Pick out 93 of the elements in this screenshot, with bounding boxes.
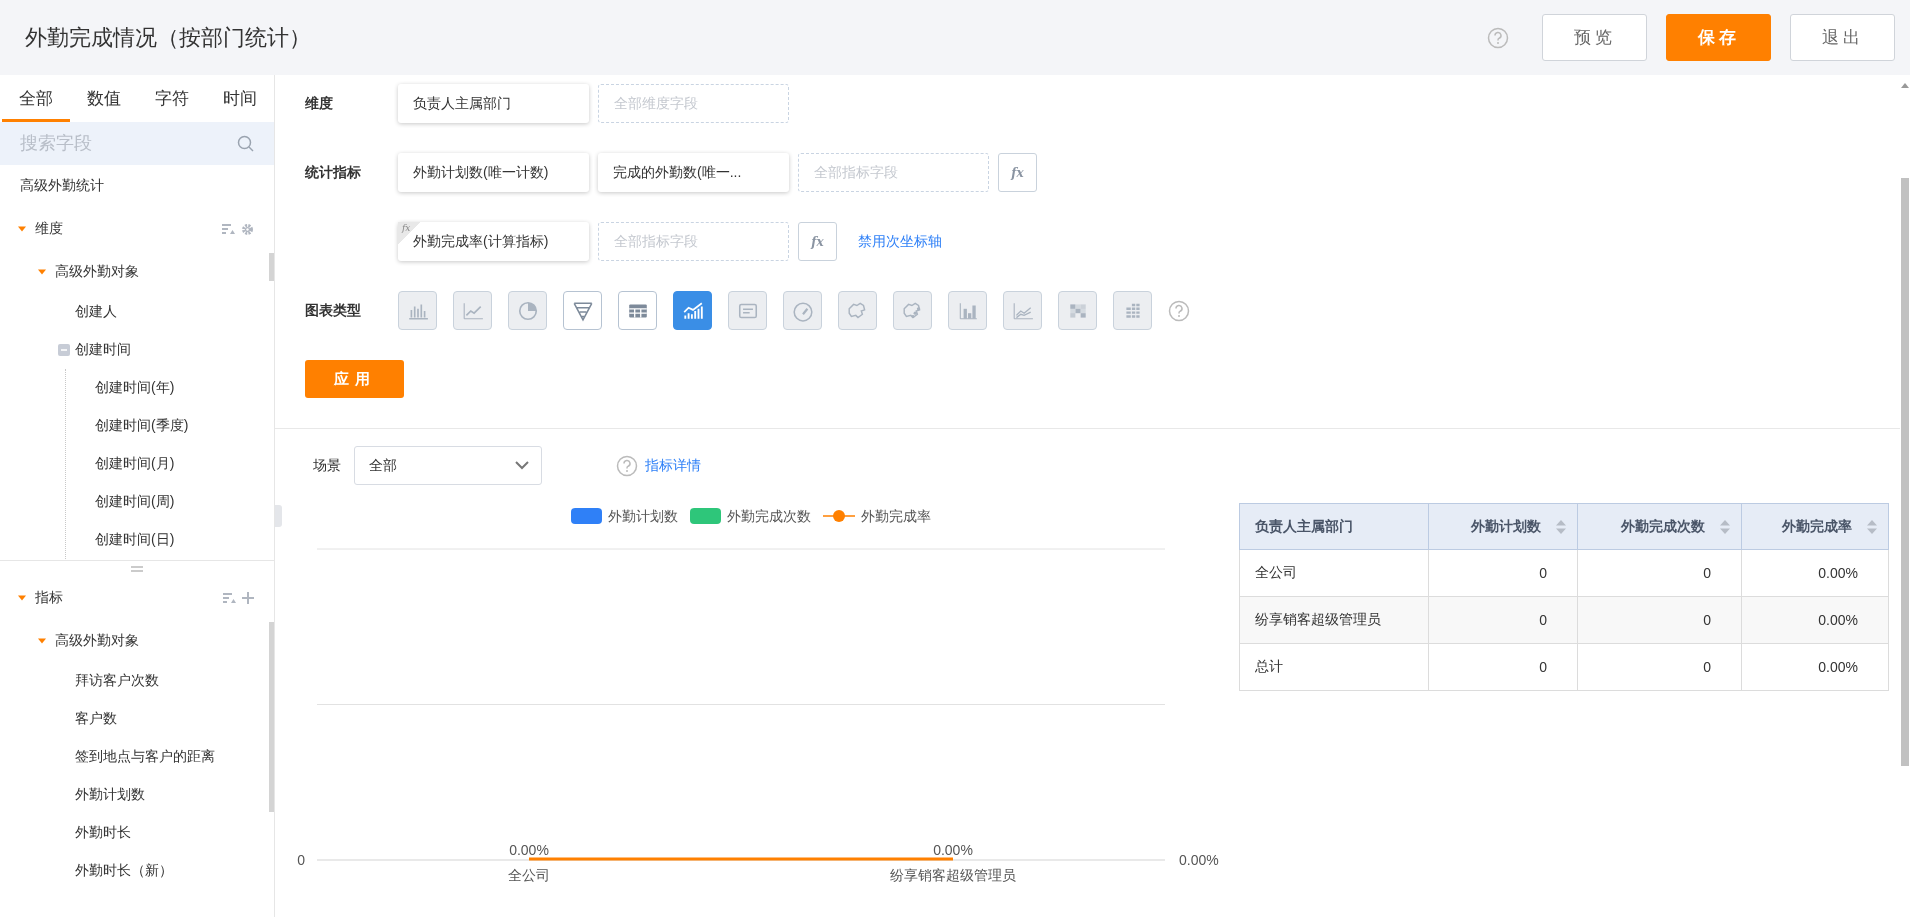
column-header-cell[interactable]: 外勤完成率: [1741, 503, 1889, 550]
column-header-cell[interactable]: 外勤完成次数: [1577, 503, 1742, 550]
caret-down-icon[interactable]: [38, 637, 46, 645]
tree-item[interactable]: 外勤时长（新）: [75, 862, 173, 880]
legend-swatch[interactable]: [690, 508, 721, 524]
tree-item[interactable]: 创建时间(年): [95, 379, 175, 397]
field-chip[interactable]: 负责人主属部门: [398, 84, 589, 123]
tree-item[interactable]: 创建时间(季度): [95, 417, 189, 435]
tree-item[interactable]: 创建时间(月): [95, 455, 175, 473]
caret-down-icon[interactable]: [18, 594, 26, 602]
table-cell: 0: [1539, 612, 1547, 628]
column-header[interactable]: 外勤完成率: [1782, 517, 1852, 536]
help-icon[interactable]: [616, 454, 638, 477]
field-chip[interactable]: 完成的外勤数(唯一...: [598, 153, 789, 192]
row-label: 维度: [305, 94, 334, 113]
sidebar-tab[interactable]: 字符: [138, 75, 206, 122]
header-button[interactable]: 退出: [1790, 14, 1895, 61]
tree-root: 高级外勤统计: [20, 177, 104, 195]
tree-item[interactable]: 创建时间(周): [95, 493, 175, 511]
chart-type-button[interactable]: [563, 291, 602, 330]
axis-link[interactable]: 禁用次坐标轴: [858, 232, 942, 251]
tree-item[interactable]: 创建人: [75, 303, 117, 321]
data-label: 0.00%: [509, 842, 549, 858]
sidebar-tab[interactable]: 数值: [70, 75, 138, 122]
tree-item[interactable]: 外勤计划数: [75, 786, 145, 804]
data-label: 0.00%: [933, 842, 973, 858]
scrollbar-thumb[interactable]: [269, 622, 274, 812]
tree-item[interactable]: 维度: [35, 220, 63, 238]
table-cell: 0: [1703, 659, 1711, 675]
tree-item[interactable]: 指标: [35, 589, 63, 607]
column-header-cell[interactable]: 外勤计划数: [1428, 503, 1578, 550]
chevron-down-icon: [515, 461, 529, 470]
header-button[interactable]: 预览: [1542, 14, 1647, 61]
column-header-cell[interactable]: 负责人主属部门: [1239, 503, 1429, 550]
tree-item[interactable]: 高级外勤对象: [55, 263, 139, 281]
help-icon[interactable]: [1168, 299, 1190, 322]
table-cell: 0: [1539, 565, 1547, 581]
sort-icon[interactable]: [223, 592, 236, 604]
search-icon[interactable]: [237, 135, 254, 152]
scene-label: 场景: [313, 456, 341, 475]
table-cell: 0.00%: [1818, 565, 1858, 581]
sort-icon[interactable]: [1866, 518, 1878, 535]
table-cell: 0.00%: [1818, 612, 1858, 628]
pie-chart-icon: [516, 299, 539, 322]
tree-item[interactable]: 拜访客户次数: [75, 672, 159, 690]
scene-select[interactable]: 全部: [354, 446, 542, 485]
legend-label[interactable]: 外勤计划数: [608, 508, 678, 524]
tree-item[interactable]: 外勤时长: [75, 824, 131, 842]
row-label: 图表类型: [305, 301, 362, 320]
chart-type-button[interactable]: [618, 291, 657, 330]
field-chip[interactable]: 外勤计划数(唯一计数): [398, 153, 589, 192]
metric-details-link[interactable]: 指标详情: [645, 456, 701, 475]
scrollbar-thumb[interactable]: [269, 253, 274, 281]
sidebar-tab[interactable]: 时间: [206, 75, 274, 122]
legend-swatch[interactable]: [571, 508, 602, 524]
caret-down-icon[interactable]: [18, 225, 26, 233]
resize-handle[interactable]: [275, 505, 282, 527]
chart-type-button[interactable]: [673, 291, 712, 330]
table-cell: 0.00%: [1818, 659, 1858, 675]
sort-icon[interactable]: [1719, 518, 1731, 535]
legend-line-icon[interactable]: [822, 510, 856, 522]
column-header[interactable]: 负责人主属部门: [1255, 517, 1353, 534]
table-cell: 全公司: [1255, 564, 1297, 580]
tree-item[interactable]: 创建时间: [75, 341, 131, 359]
sort-icon[interactable]: [1555, 518, 1567, 535]
table-cell: 0: [1703, 612, 1711, 628]
table-cell: 0: [1539, 659, 1547, 675]
scroll-up-icon[interactable]: [1901, 83, 1909, 88]
caret-down-icon[interactable]: [38, 268, 46, 276]
add-icon[interactable]: [242, 592, 254, 604]
column-header[interactable]: 外勤计划数: [1471, 517, 1541, 536]
column-header[interactable]: 外勤完成次数: [1621, 517, 1705, 536]
scrollbar-thumb[interactable]: [1901, 178, 1909, 766]
page-title: 外勤完成情况（按部门统计）: [25, 23, 312, 52]
tree-item[interactable]: 客户数: [75, 710, 117, 728]
axis-tick-label: 0.00%: [1179, 852, 1219, 868]
table-cell: 纷享销客超级管理员: [1255, 611, 1381, 627]
tree-item[interactable]: 签到地点与客户的距离: [75, 748, 215, 766]
drag-handle-icon[interactable]: [131, 565, 143, 572]
settings-icon[interactable]: [241, 222, 254, 236]
tree-item[interactable]: 高级外勤对象: [55, 632, 139, 650]
row-label: 统计指标: [305, 163, 362, 182]
help-icon[interactable]: [1487, 26, 1509, 49]
table-cell: 0: [1703, 565, 1711, 581]
axis-tick-label: 0: [297, 852, 305, 868]
tree-item[interactable]: 创建时间(日): [95, 531, 175, 549]
legend-label[interactable]: 外勤完成率: [861, 508, 931, 524]
axis-category-label: 全公司: [508, 867, 550, 883]
axis-category-label: 纷享销客超级管理员: [890, 867, 1016, 883]
legend-label[interactable]: 外勤完成次数: [727, 508, 811, 524]
sort-icon[interactable]: [222, 223, 235, 235]
table-cell: 总计: [1255, 658, 1283, 674]
collapse-box-icon[interactable]: [58, 344, 70, 356]
